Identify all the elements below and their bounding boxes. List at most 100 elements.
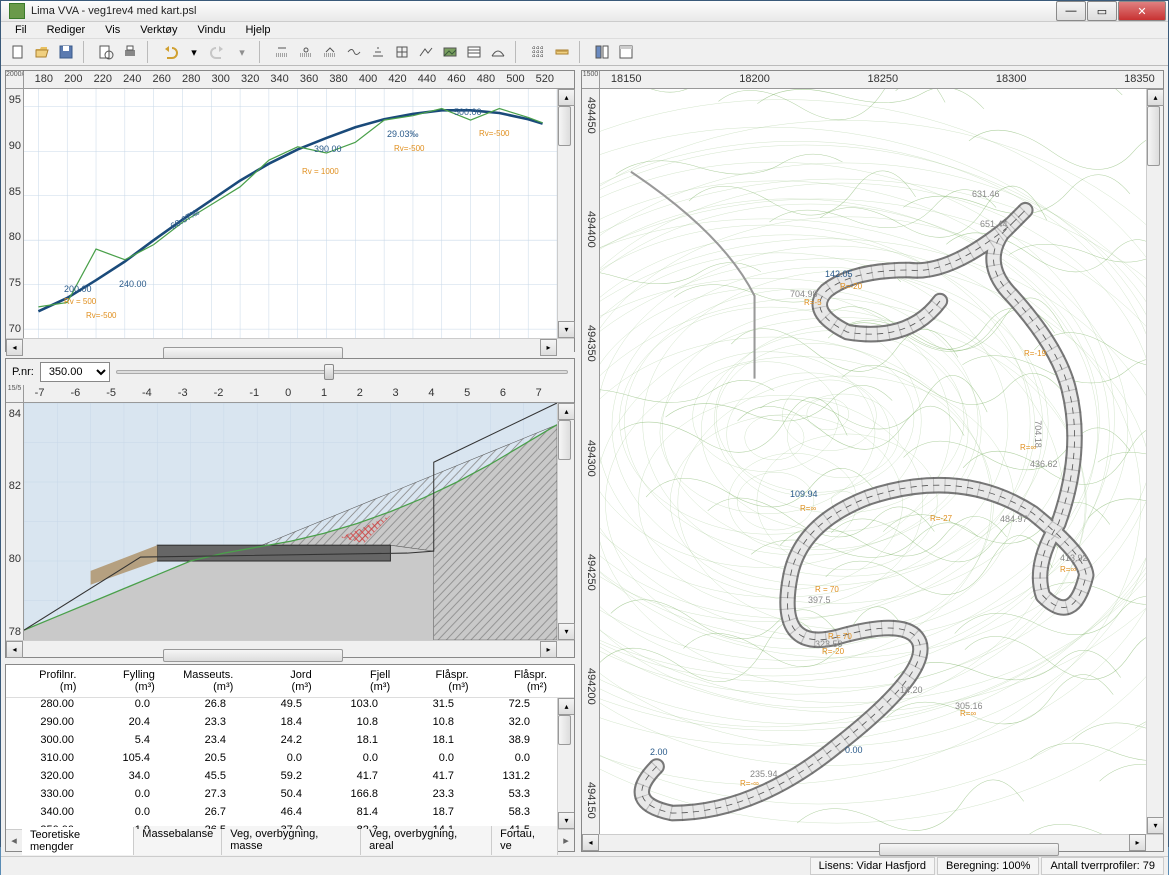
col-header[interactable]: Fjell(m³) [320,669,398,693]
close-button[interactable]: ✕ [1118,1,1166,21]
plan-annot: 14.20 [900,685,923,695]
table-row[interactable]: 280.000.026.849.5103.031.572.5 [6,698,557,716]
save-icon[interactable] [55,41,77,63]
plan-annot: R=∞ [800,504,816,513]
table-row[interactable]: 310.00105.420.50.00.00.00.0 [6,752,557,770]
tab[interactable]: Veg, overbygning, masse [222,826,361,855]
table-row[interactable]: 320.0034.045.559.241.741.7131.2 [6,770,557,788]
col-header[interactable]: Jord(m³) [241,669,319,693]
col-header[interactable]: Flåspr.(m²) [477,669,555,693]
chart2-hscroll[interactable]: ◂ ▸ [6,640,574,657]
chart2-ruler-y[interactable]: 78808284 [6,403,24,640]
tab[interactable]: Veg, overbygning, areal [361,826,492,855]
tool-i-icon[interactable] [463,41,485,63]
col-header[interactable]: Masseuts.(m³) [163,669,241,693]
tool-a-icon[interactable] [271,41,293,63]
tab-prev[interactable]: ◂ [6,834,22,847]
menu-fil[interactable]: Fil [5,22,37,38]
chart1-area[interactable]: 200.00 240.00 390.00 500.00 29.03‰ 68.67… [24,89,557,338]
plan-annot: R=∞ [960,709,976,718]
plan-annot: 142.05 [825,269,853,279]
plan-annot: R=∞ [1060,565,1076,574]
chart1-ruler-x[interactable]: 1802002202402602803003203403603804004204… [24,71,557,89]
redo-icon[interactable] [207,41,229,63]
menu-verktoy[interactable]: Verktøy [130,22,187,38]
minimize-button[interactable]: — [1056,1,1086,21]
open-icon[interactable] [31,41,53,63]
table-vscroll[interactable]: ▴ ▾ [557,698,574,829]
chart1-ruler-y[interactable]: 707580859095 [6,89,24,338]
annot: Rv=-500 [394,144,424,153]
menu-vindu[interactable]: Vindu [188,22,236,38]
plan-annot: R=-5 [804,298,822,307]
table-row[interactable]: 340.000.026.746.481.418.758.3 [6,806,557,824]
window-title: Lima VVA - veg1rev4 med kart.psl [31,5,1055,17]
tool-h-icon[interactable] [439,41,461,63]
table-row[interactable]: 290.0020.423.318.410.810.832.0 [6,716,557,734]
pnr-select[interactable]: 350.00 [40,362,110,382]
cross-section-panel: P.nr: 350.00 15/5 -7-6-5-4-3-2-101234567… [5,358,575,658]
maximize-button[interactable]: ▭ [1087,1,1117,21]
tab[interactable]: Teoretiske mengder [22,827,134,855]
tab[interactable]: Fortau, ve [492,826,558,855]
chart1-corner: 2000/400 [6,71,24,89]
undo-drop-icon[interactable]: ▾ [183,41,205,63]
annot: 390.00 [314,144,342,154]
table-row[interactable]: 330.000.027.350.4166.823.353.3 [6,788,557,806]
app-icon [9,3,25,19]
plan-ruler-x[interactable]: 1815018200182501830018350 [600,71,1146,89]
pnr-slider[interactable] [116,370,568,374]
tool-e-icon[interactable] [367,41,389,63]
new-icon[interactable] [7,41,29,63]
tool-d-icon[interactable] [343,41,365,63]
col-header[interactable]: Profilnr.(m) [6,669,84,693]
titlebar[interactable]: Lima VVA - veg1rev4 med kart.psl — ▭ ✕ [1,1,1168,22]
menu-rediger[interactable]: Rediger [37,22,96,38]
plan-ruler-y[interactable]: 4941504942004942504943004943504944004944… [582,89,600,834]
tool-c-icon[interactable] [319,41,341,63]
chart1-hscroll[interactable]: ◂ ▸ [6,338,574,355]
tool-j-icon[interactable] [487,41,509,63]
plan-hscroll[interactable]: ◂ ▸ [582,834,1163,851]
plan-annot: 397.5 [808,595,831,605]
plan-annot: 0.00 [845,745,863,755]
menu-vis[interactable]: Vis [95,22,130,38]
tool-b-icon[interactable] [295,41,317,63]
tabs-bar: ◂ Teoretiske mengderMassebalanseVeg, ove… [6,829,574,851]
col-header[interactable]: Fylling(m³) [84,669,162,693]
status-antall: Antall tverrprofiler: 79 [1041,857,1164,875]
col-header[interactable]: Flåspr.(m³) [398,669,476,693]
grid-icon[interactable] [527,41,549,63]
plan-vscroll[interactable]: ▴ ▾ [1146,89,1163,834]
annot: Rv = 1000 [302,167,339,176]
tab[interactable]: Massebalanse [134,826,222,855]
statusbar: Lisens: Vidar Hasfjord Beregning: 100% A… [1,856,1168,875]
chart2-vscroll[interactable]: ▴ ▾ [557,403,574,640]
plan-annot: 484.97 [1000,514,1028,524]
layout-b-icon[interactable] [615,41,637,63]
chart1-vscroll[interactable]: ▴ ▾ [557,89,574,338]
menu-hjelp[interactable]: Hjelp [235,22,280,38]
chart2-area[interactable] [24,403,557,640]
layout-a-icon[interactable] [591,41,613,63]
chart2-corner: 15/5 [6,385,24,403]
plan-annot: 413.92 [1060,553,1088,563]
plan-annot: 651.44 [980,219,1008,229]
print-icon[interactable] [119,41,141,63]
table-header: Profilnr.(m)Fylling(m³)Masseuts.(m³)Jord… [6,665,574,698]
tab-next[interactable]: ▸ [558,834,574,847]
tool-f-icon[interactable] [391,41,413,63]
plan-area[interactable]: 0.00631.46651.44142.05704.98704.18436.62… [600,89,1146,834]
preview-icon[interactable] [95,41,117,63]
table-body[interactable]: 280.000.026.849.5103.031.572.5290.0020.4… [6,698,574,829]
plan-annot: R=-20 [822,647,844,656]
tool-g-icon[interactable] [415,41,437,63]
table-panel: Profilnr.(m)Fylling(m³)Masseuts.(m³)Jord… [5,664,575,852]
chart2-ruler-x[interactable]: -7-6-5-4-3-2-101234567 [24,385,557,403]
undo-icon[interactable] [159,41,181,63]
plan-panel: 1500 1815018200182501830018350 494150494… [581,70,1164,852]
measure-icon[interactable] [551,41,573,63]
toolbar: ▾ ▾ [1,39,1168,66]
table-row[interactable]: 300.005.423.424.218.118.138.9 [6,734,557,752]
redo-drop-icon[interactable]: ▾ [231,41,253,63]
